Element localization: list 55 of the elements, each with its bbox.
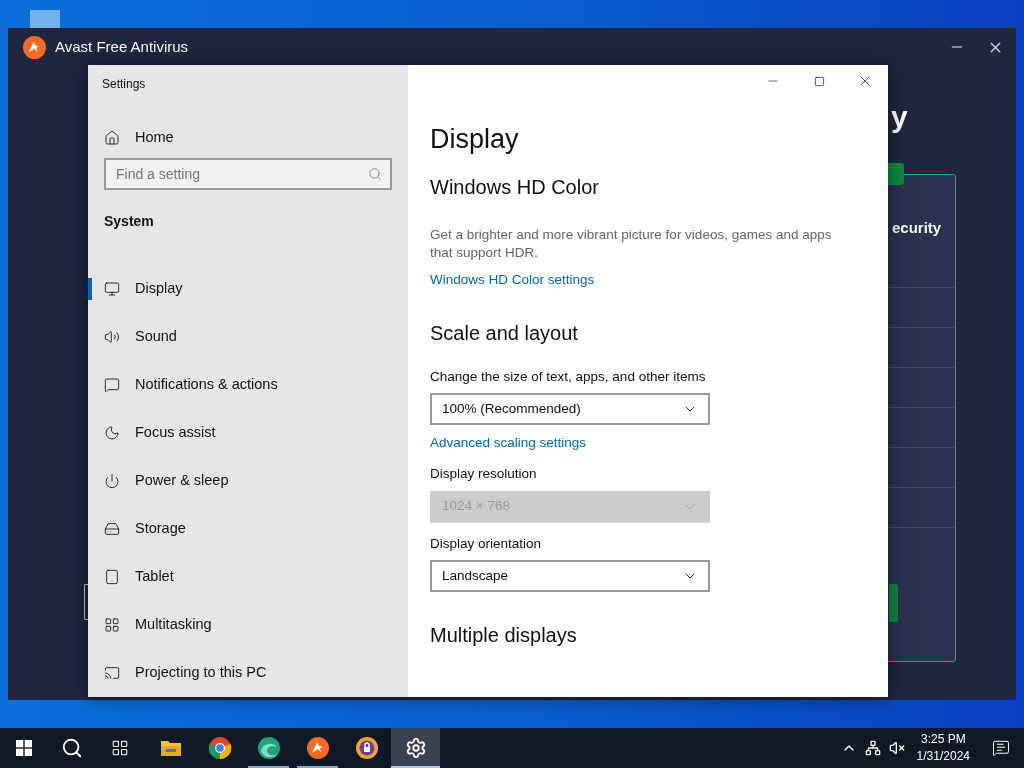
gear-icon — [404, 737, 427, 759]
nav-item[interactable]: Sound — [88, 313, 408, 361]
nav-item[interactable]: Focus assist — [88, 409, 408, 457]
nav-item[interactable]: Multitasking — [88, 601, 408, 649]
avast-logo-icon — [305, 736, 330, 760]
section-label: System — [104, 212, 155, 231]
settings-link[interactable]: Windows HD Color settings — [430, 269, 595, 290]
field-label: Change the size of text, apps, and other items — [430, 367, 706, 386]
nav-item[interactable]: Tablet — [88, 553, 408, 601]
network-icon[interactable] — [864, 740, 881, 756]
swirl-icon — [256, 736, 281, 760]
page-title: Display — [430, 123, 520, 156]
folder-icon — [159, 739, 182, 757]
task-view-icon — [111, 739, 129, 757]
browser-icon — [207, 736, 232, 760]
clock[interactable]: 3:25 PM 1/31/2024 — [908, 731, 978, 765]
search-icon — [61, 737, 83, 759]
display-icon — [104, 281, 120, 297]
home-item[interactable]: Home — [104, 127, 408, 149]
windows-logo-icon — [16, 740, 32, 756]
card-title: ecurity — [892, 218, 942, 238]
dropdown[interactable]: Landscape — [430, 559, 710, 592]
volume-muted-icon[interactable] — [888, 740, 905, 756]
nav-item[interactable]: Power & sleep — [88, 457, 408, 505]
nav-item[interactable]: Storage — [88, 505, 408, 553]
field-label: Display resolution — [430, 465, 537, 484]
storage-icon — [104, 521, 120, 537]
focus-icon — [104, 425, 120, 441]
notifications-icon — [992, 739, 1010, 757]
dropdown[interactable]: 100% (Recommended) — [430, 393, 710, 425]
power-icon — [104, 473, 120, 489]
section-heading: Scale and layout — [430, 320, 578, 346]
search-field[interactable]: Find a setting — [104, 158, 392, 190]
window-title: Settings — [102, 76, 147, 93]
home-icon — [104, 130, 120, 146]
nav-item[interactable]: Projecting to this PC — [88, 649, 408, 697]
tablet-icon — [104, 569, 120, 585]
maximize-icon — [813, 75, 825, 87]
section-heading: Multiple displays — [430, 622, 577, 648]
heading-fragment: y — [891, 99, 908, 135]
projecting-icon — [104, 665, 120, 681]
section-heading: Windows HD Color — [430, 174, 599, 200]
window-title: Avast Free Antivirus — [55, 36, 189, 57]
nav-item[interactable]: Notifications & actions — [88, 361, 408, 409]
lock-shield-icon — [354, 736, 379, 760]
description-text: Get a brighter and more vibrant picture for videos, games and apps that support HDR. — [430, 225, 833, 262]
sound-icon — [104, 329, 120, 345]
notifications-icon — [104, 377, 120, 393]
multitasking-icon — [104, 617, 120, 633]
taskbar-app[interactable] — [391, 728, 440, 768]
plan-badge — [888, 163, 904, 185]
field-label: Display orientation — [430, 534, 542, 553]
settings-link[interactable]: Advanced scaling settings — [430, 433, 587, 454]
search-icon — [368, 167, 382, 181]
avast-logo-icon — [23, 35, 46, 59]
